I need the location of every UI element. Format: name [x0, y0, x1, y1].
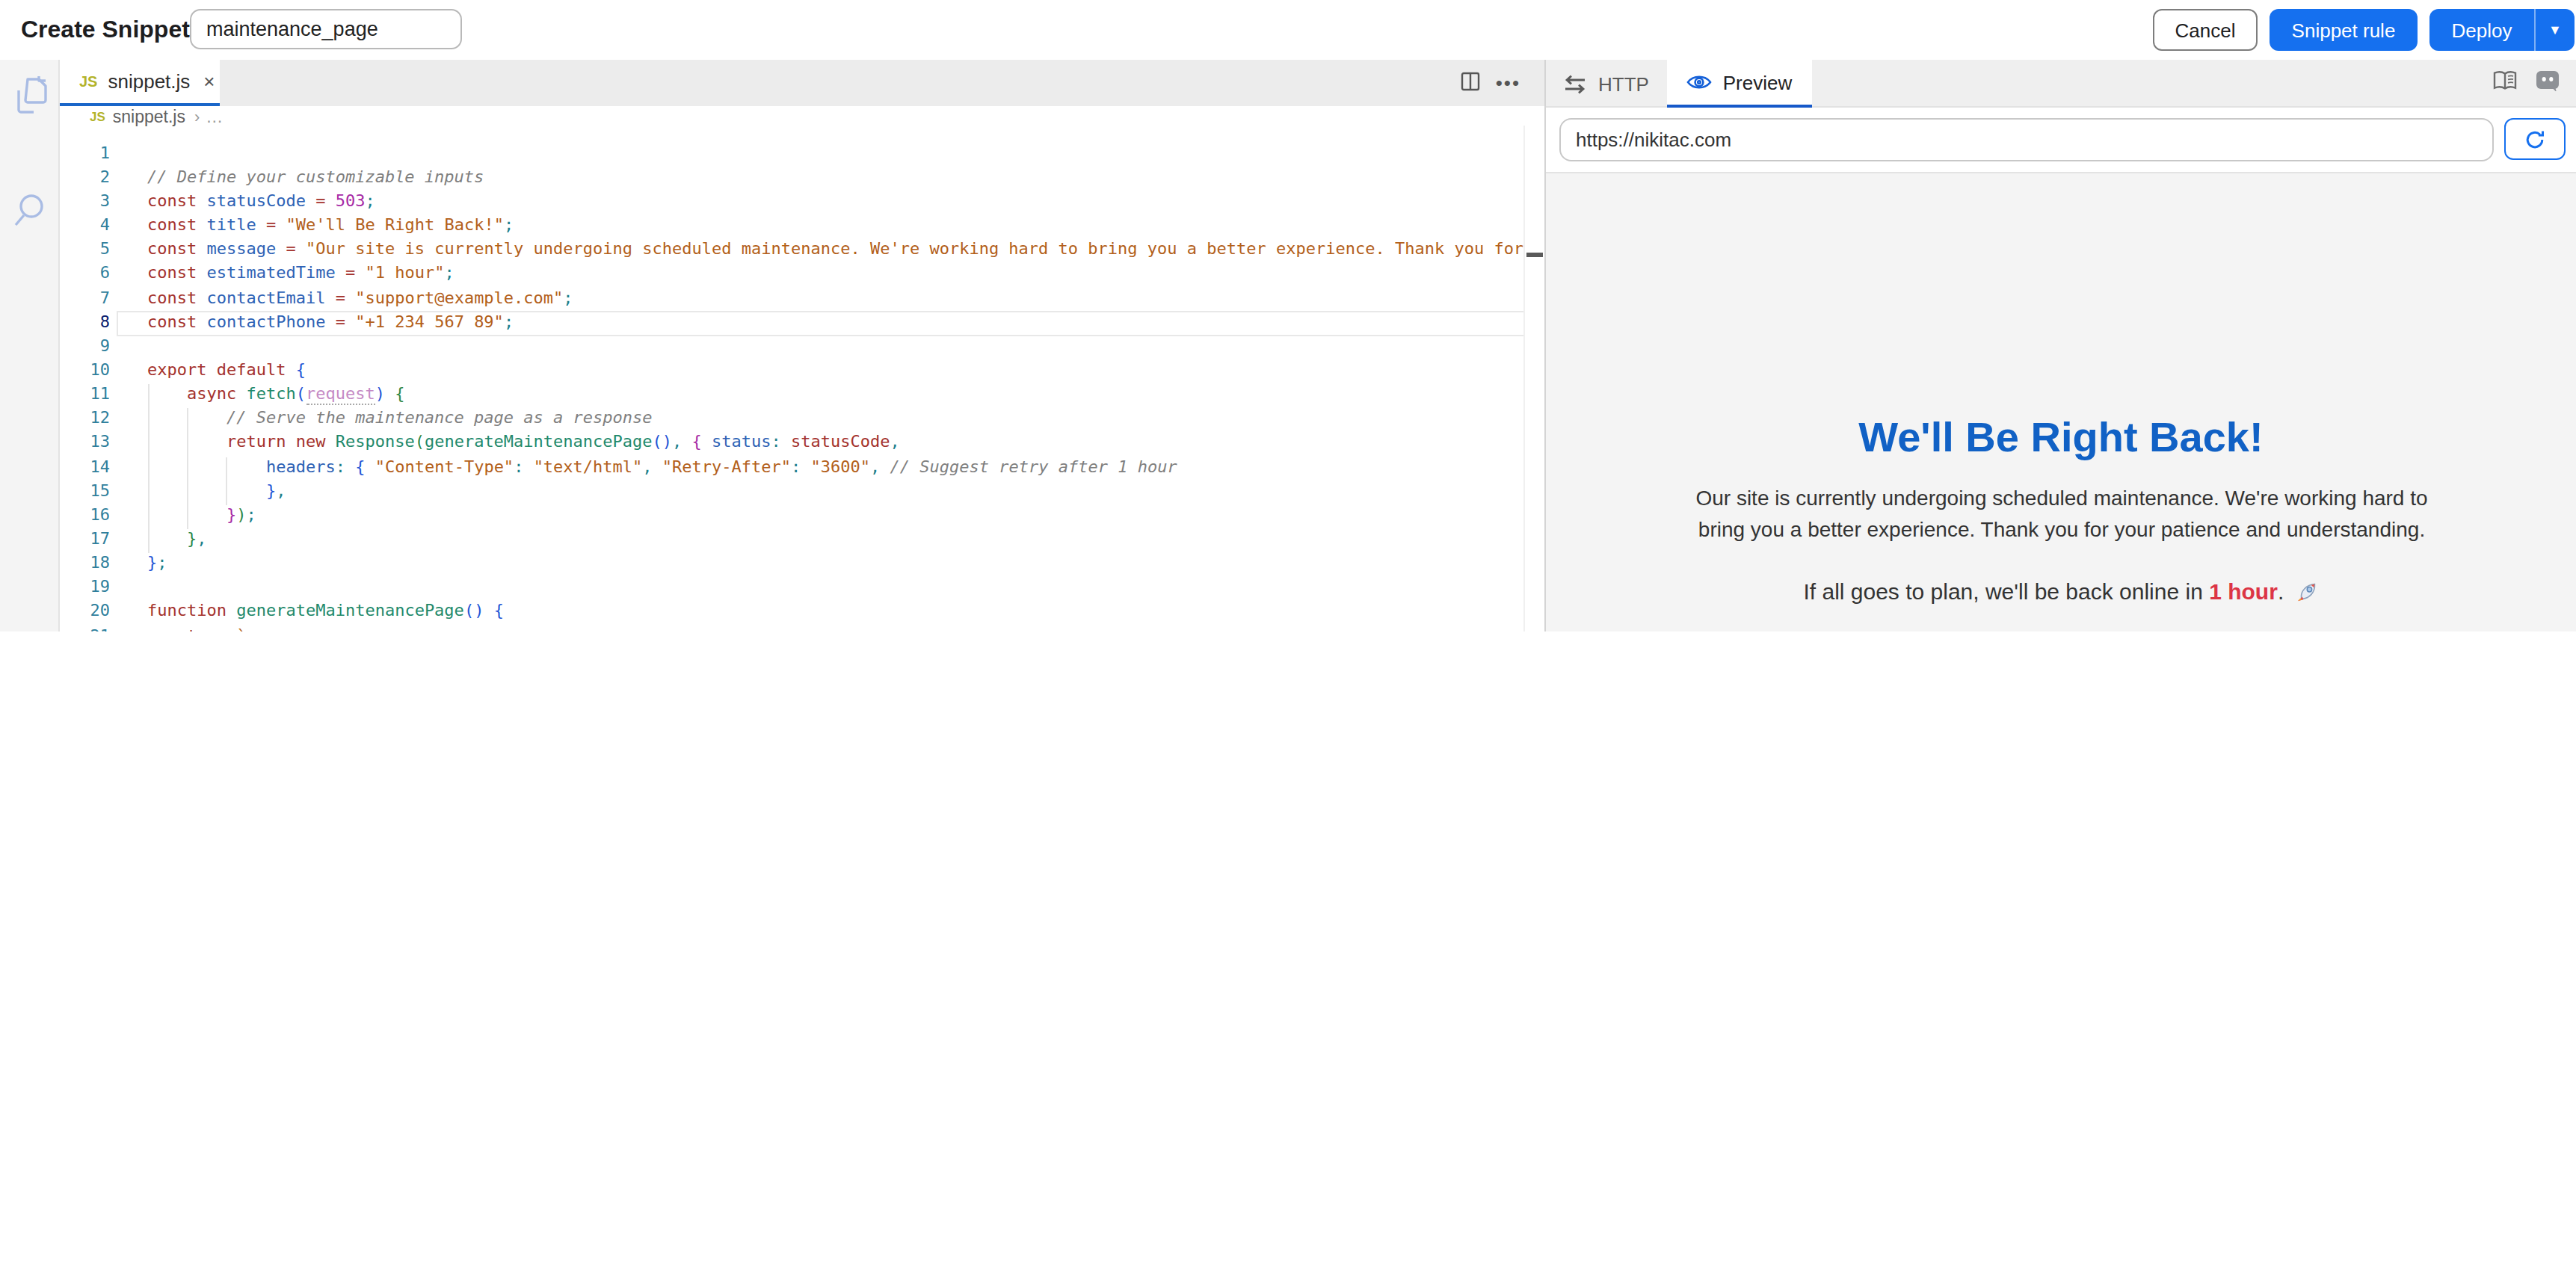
code-line[interactable]: 13 return new Response(generateMaintenan… [60, 433, 1544, 457]
line-number: 10 [60, 360, 110, 380]
code-line[interactable]: 8const contactPhone = "+1 234 567 89"; [60, 312, 1544, 336]
code-line[interactable]: 20function generateMaintenancePage() { [60, 602, 1544, 626]
line-number: 2 [60, 167, 110, 187]
page-title: Create Snippet [21, 0, 190, 60]
discord-icon[interactable] [2536, 70, 2560, 97]
snippet-rule-button[interactable]: Snippet rule [2270, 9, 2418, 51]
line-number: 15 [60, 481, 110, 500]
tab-http[interactable]: HTTP [1546, 60, 1667, 108]
app: Create Snippet Cancel Snippet rule Deplo… [0, 0, 2576, 632]
code-line[interactable]: 19 [60, 577, 1544, 601]
scrollbar-thumb[interactable] [1526, 252, 1543, 257]
code-line[interactable]: 6const estimatedTime = "1 hour"; [60, 264, 1544, 288]
code-line[interactable]: 2// Define your customizable inputs [60, 167, 1544, 191]
line-number: 11 [60, 384, 110, 404]
line-number: 1 [60, 143, 110, 162]
line-number: 7 [60, 288, 110, 307]
breadcrumb[interactable]: JS snippet.js › … [60, 106, 1544, 126]
tab-close-icon[interactable]: × [203, 72, 215, 91]
code-line[interactable]: 11 async fetch(request) { [60, 384, 1544, 408]
http-arrows-icon [1564, 74, 1586, 93]
code-line[interactable]: 14 headers: { "Content-Type": "text/html… [60, 457, 1544, 481]
editor-tab-bar: JS snippet.js × ••• [60, 60, 1544, 106]
line-number: 20 [60, 602, 110, 621]
maintenance-eta: If all goes to plan, we'll be back onlin… [1546, 578, 2576, 607]
code-line[interactable]: 3const statusCode = 503; [60, 191, 1544, 215]
code-line[interactable]: 9 [60, 336, 1544, 360]
code-line[interactable]: 21 return ` [60, 626, 1544, 632]
docs-book-icon[interactable] [2492, 70, 2518, 97]
deploy-dropdown-arrow[interactable]: ▼ [2536, 22, 2575, 37]
preview-panel: HTTP Preview We'll Be Right Back! [1544, 60, 2576, 632]
line-number: 17 [60, 529, 110, 549]
line-number: 16 [60, 505, 110, 525]
line-number: 6 [60, 264, 110, 283]
line-number: 4 [60, 215, 110, 235]
search-icon[interactable] [12, 191, 48, 235]
rocket-icon [2296, 580, 2319, 607]
cancel-button[interactable]: Cancel [2153, 9, 2258, 51]
js-file-icon: JS [79, 73, 97, 90]
code-line[interactable]: 1 [60, 143, 1544, 167]
code-line[interactable]: 4const title = "We'll Be Right Back!"; [60, 215, 1544, 239]
refresh-button[interactable] [2504, 118, 2566, 160]
code-line[interactable]: 7const contactEmail = "support@example.c… [60, 288, 1544, 312]
code-line[interactable]: 5const message = "Our site is currently … [60, 240, 1544, 264]
split-editor-icon[interactable] [1461, 70, 1481, 96]
code-area[interactable]: 1 2// Define your customizable inputs3con… [60, 126, 1544, 632]
tab-preview[interactable]: Preview [1667, 60, 1812, 108]
maintenance-title: We'll Be Right Back! [1546, 414, 2576, 462]
snippet-name-input[interactable] [190, 9, 462, 49]
eta-value: 1 hour [2209, 578, 2278, 604]
line-number: 21 [60, 626, 110, 632]
preview-eye-icon [1687, 73, 1713, 91]
line-number: 9 [60, 336, 110, 356]
panel-tab-bar: HTTP Preview [1546, 60, 2576, 108]
js-file-icon: JS [90, 108, 105, 123]
top-bar: Create Snippet Cancel Snippet rule Deplo… [0, 0, 2576, 61]
line-number: 12 [60, 408, 110, 427]
line-number: 3 [60, 191, 110, 211]
line-number: 8 [60, 312, 110, 331]
code-line[interactable]: 12 // Serve the maintenance page as a re… [60, 408, 1544, 432]
tab-snippet-js[interactable]: JS snippet.js × [60, 60, 220, 106]
code-editor: JS snippet.js × ••• JS snippet.js › … 12… [60, 60, 1544, 632]
activity-bar: ⚙ [0, 60, 60, 632]
line-number: 13 [60, 433, 110, 452]
preview-viewport: We'll Be Right Back! Our site is current… [1546, 173, 2576, 632]
code-line[interactable]: 16 }); [60, 505, 1544, 529]
line-number: 19 [60, 577, 110, 596]
more-actions-icon[interactable]: ••• [1496, 72, 1520, 94]
code-lines: 1 2// Define your customizable inputs3con… [60, 143, 1544, 632]
line-number: 5 [60, 240, 110, 259]
deploy-button[interactable]: Deploy ▼ [2429, 9, 2575, 51]
line-number: 18 [60, 553, 110, 572]
code-line[interactable]: 15 }, [60, 481, 1544, 504]
maintenance-message: Our site is currently undergoing schedul… [1691, 483, 2432, 546]
code-line[interactable]: 18}; [60, 553, 1544, 577]
line-number: 14 [60, 457, 110, 476]
code-line[interactable]: 17 }, [60, 529, 1544, 553]
url-bar [1546, 108, 2576, 173]
files-icon[interactable] [12, 76, 48, 121]
editor-scrollbar[interactable] [1523, 126, 1544, 632]
preview-url-input[interactable] [1559, 118, 2494, 161]
code-line[interactable]: 10export default { [60, 360, 1544, 384]
